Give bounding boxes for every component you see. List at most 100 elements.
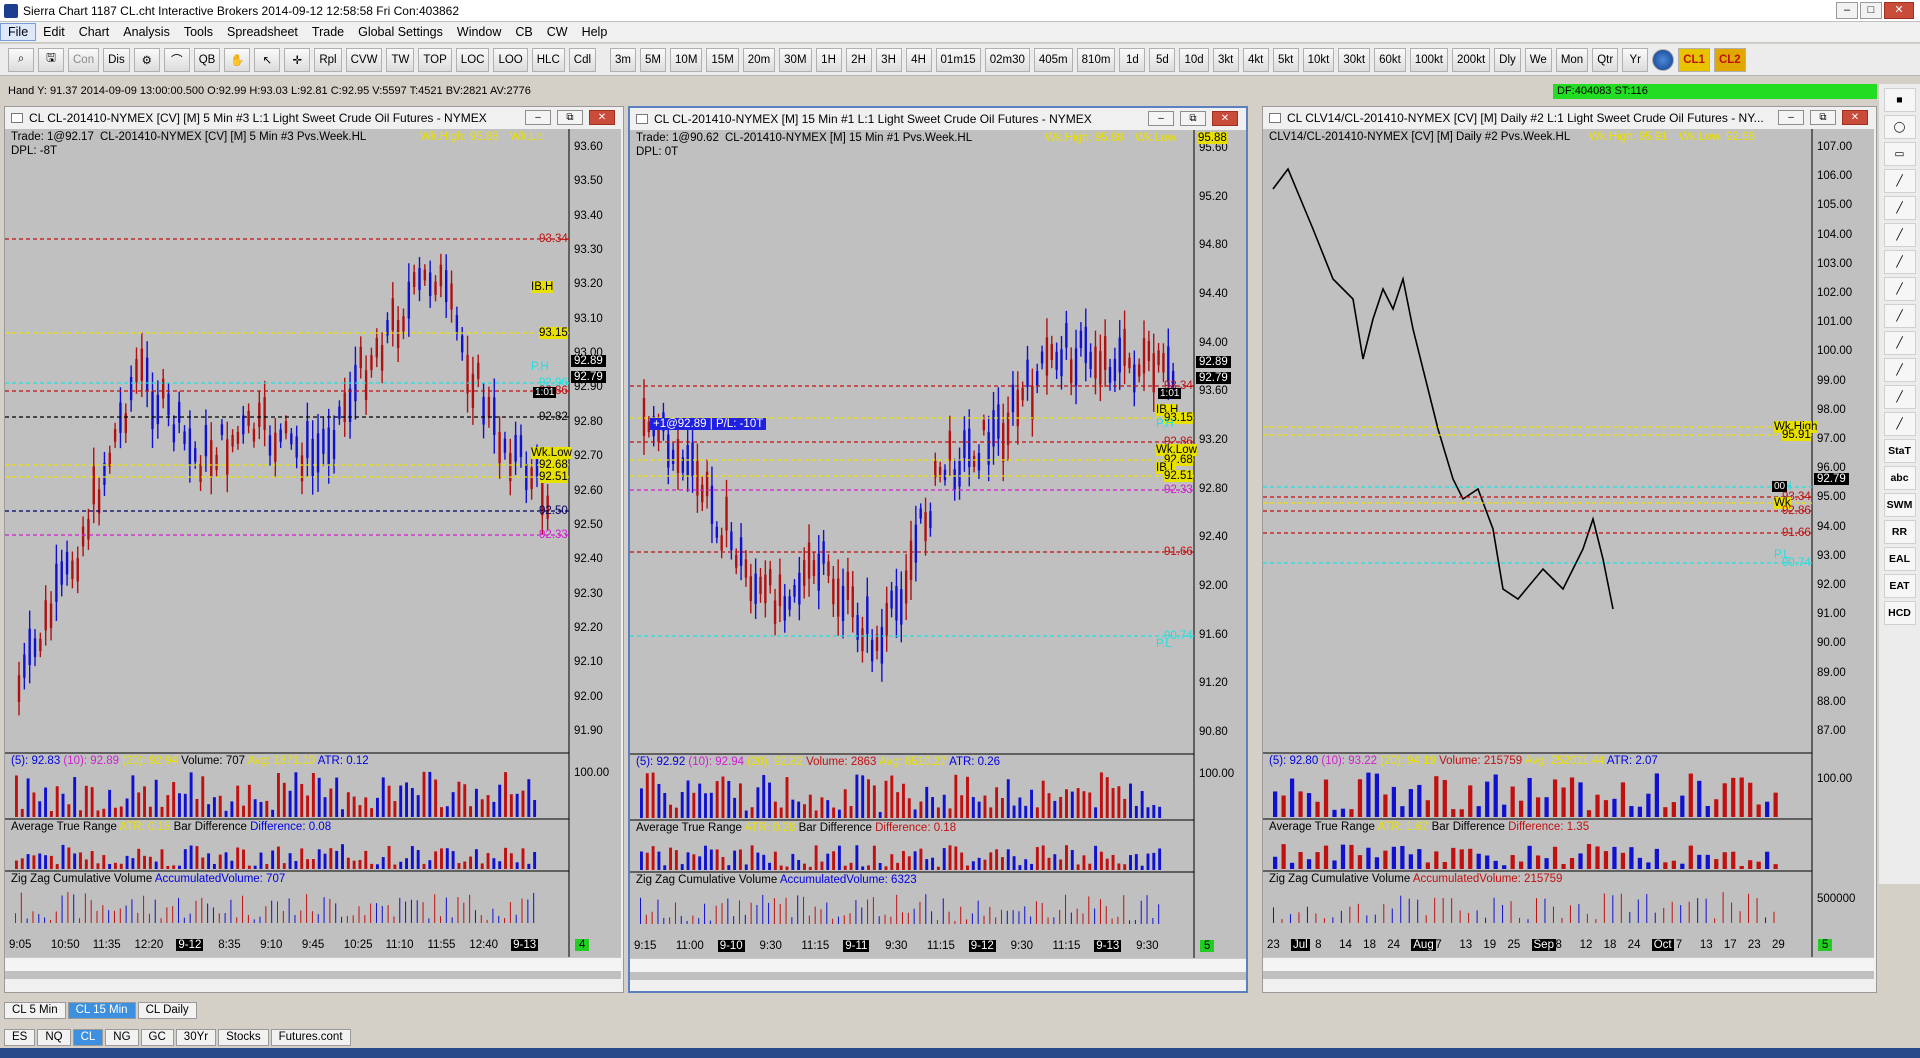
period-10d[interactable]: 10d	[1179, 47, 1209, 72]
symbol-tab-ng[interactable]: NG	[105, 1028, 139, 1046]
symbol-tab-stocks[interactable]: Stocks	[218, 1028, 269, 1046]
period-3h[interactable]: 3H	[875, 47, 902, 72]
channel-icon[interactable]: ╱	[1883, 277, 1916, 301]
chart-plot-area[interactable]: 95.60 95.20 94.80 94.40 94.00 93.60 93.20 92.80…	[630, 130, 1246, 980]
chartbook-tab[interactable]: CL 15 Min	[67, 1001, 136, 1019]
hand-icon[interactable]: ✋	[224, 47, 251, 72]
chart-cl2-button[interactable]: CL2	[1713, 47, 1746, 72]
period-01m15[interactable]: 01m15	[935, 47, 981, 72]
chart-window-titlebar[interactable]: CL CL-201410-NYMEX [M] 15 Min #1 L:1 Lig…	[630, 108, 1246, 130]
menu-cw[interactable]: CW	[540, 24, 575, 40]
rectangle-icon[interactable]: ▭	[1883, 142, 1916, 166]
period-60kt[interactable]: 60kt	[1374, 47, 1406, 72]
menu-help[interactable]: Help	[575, 24, 615, 40]
symbol-tab-30yr[interactable]: 30Yr	[175, 1028, 217, 1046]
tool-qb[interactable]: QB	[193, 47, 221, 72]
arrow-icon[interactable]: ╱	[1883, 385, 1916, 409]
tool-top[interactable]: TOP	[418, 47, 452, 72]
tool-rr[interactable]: RR	[1883, 520, 1916, 544]
chart-minimize-button[interactable]: –	[1148, 111, 1174, 126]
menu-window[interactable]: Window	[450, 24, 508, 40]
period-100kt[interactable]: 100kt	[1409, 47, 1449, 72]
period-qtr[interactable]: Qtr	[1592, 47, 1619, 72]
tool-cdl[interactable]: Cdl	[568, 47, 597, 72]
period-30m[interactable]: 30M	[779, 47, 812, 72]
tool-hcd[interactable]: HCD	[1883, 601, 1916, 625]
period-4kt[interactable]: 4kt	[1242, 47, 1269, 72]
symbol-tab-nq[interactable]: NQ	[37, 1028, 71, 1046]
tool-rpl[interactable]: Rpl	[314, 47, 342, 72]
chart-plot-area[interactable]: 93.60 93.50 93.40 93.30 93.20 93.10 93.00 92.90…	[5, 129, 621, 979]
period-4h[interactable]: 4H	[905, 47, 932, 72]
chart-window-c1[interactable]: CL CL-201410-NYMEX [CV] [M] 5 Min #3 L:1…	[4, 106, 624, 993]
chart-restore-button[interactable]: ⧉	[557, 110, 583, 125]
close-button[interactable]: ✕	[1884, 2, 1914, 19]
period-1d[interactable]: 1d	[1119, 47, 1146, 72]
tool-swm[interactable]: SWM	[1883, 493, 1916, 517]
period-mon[interactable]: Mon	[1555, 47, 1589, 72]
menu-analysis[interactable]: Analysis	[116, 24, 177, 40]
period-5d[interactable]: 5d	[1149, 47, 1176, 72]
extend-icon[interactable]: ╱	[1883, 358, 1916, 382]
tool-eal[interactable]: EAL	[1883, 547, 1916, 571]
tool-eat[interactable]: EAT	[1883, 574, 1916, 598]
menu-trade[interactable]: Trade	[305, 24, 351, 40]
globe-icon[interactable]	[1652, 48, 1675, 71]
chartbook-tab[interactable]: CL 5 Min	[4, 1001, 66, 1019]
box-icon[interactable]: ╱	[1883, 169, 1916, 193]
tool-loo[interactable]: LOO	[493, 47, 528, 72]
menu-edit[interactable]: Edit	[36, 24, 72, 40]
tool-abc[interactable]: abc	[1883, 466, 1916, 490]
chart-window-c3[interactable]: CL CLV14/CL-201410-NYMEX [CV] [M] Daily …	[1262, 106, 1877, 993]
period-2h[interactable]: 2H	[845, 47, 872, 72]
chart-restore-button[interactable]: ⧉	[1810, 110, 1836, 125]
symbol-tab-futures-cont[interactable]: Futures.cont	[270, 1028, 351, 1046]
save-icon[interactable]: 🖫	[38, 47, 64, 72]
period-20m[interactable]: 20m	[742, 47, 776, 72]
period-10kt[interactable]: 10kt	[1302, 47, 1335, 72]
menu-chart[interactable]: Chart	[72, 24, 117, 40]
magnify-icon[interactable]: ⌕	[8, 47, 34, 72]
period-30kt[interactable]: 30kt	[1338, 47, 1371, 72]
period-1h[interactable]: 1H	[815, 47, 842, 72]
chart-close-button[interactable]: ✕	[1842, 110, 1868, 125]
chart-restore-button[interactable]: ⧉	[1180, 111, 1206, 126]
menu-file[interactable]: File	[0, 23, 37, 41]
line-icon[interactable]: ╱	[1883, 223, 1916, 247]
tool-cvw[interactable]: CVW	[345, 47, 383, 72]
ellipse-icon[interactable]: ◯	[1883, 115, 1916, 139]
menu-cb[interactable]: CB	[508, 24, 539, 40]
period-02m30[interactable]: 02m30	[984, 47, 1030, 72]
horizontal-scrollbar[interactable]	[630, 958, 1246, 972]
chart-cl1-button[interactable]: CL1	[1678, 47, 1710, 72]
ray-icon[interactable]: ╱	[1883, 304, 1916, 328]
position-label[interactable]: +1@92.89 | P/L: -10T	[650, 418, 767, 430]
chart-close-button[interactable]: ✕	[1212, 111, 1238, 126]
horizontal-scrollbar[interactable]	[1263, 957, 1874, 971]
period-5m[interactable]: 5M	[640, 47, 667, 72]
symbol-tab-cl[interactable]: CL	[72, 1028, 104, 1046]
chart-settings-icon[interactable]: ⚙	[133, 47, 160, 72]
period-yr[interactable]: Yr	[1622, 47, 1649, 72]
crosshair-icon[interactable]: ✛	[284, 47, 311, 72]
chart-close-button[interactable]: ✕	[589, 110, 615, 125]
menu-tools[interactable]: Tools	[177, 24, 220, 40]
tool-loc[interactable]: LOC	[455, 47, 490, 72]
horizontal-scrollbar[interactable]	[5, 957, 621, 971]
period-810m[interactable]: 810m	[1076, 47, 1116, 72]
tool-stat[interactable]: StaT	[1883, 439, 1916, 463]
trendline-icon[interactable]: ╱	[1883, 331, 1916, 355]
symbol-tab-gc[interactable]: GC	[140, 1028, 174, 1046]
pointer-icon[interactable]: ↖	[254, 47, 281, 72]
chart-window-c2[interactable]: CL CL-201410-NYMEX [M] 15 Min #1 L:1 Lig…	[628, 106, 1248, 993]
rainbow-icon[interactable]: ⌒	[163, 47, 190, 72]
tool-con[interactable]: Con	[68, 47, 100, 72]
menu-spreadsheet[interactable]: Spreadsheet	[220, 24, 305, 40]
tool-dis[interactable]: Dis	[103, 47, 130, 72]
maximize-button[interactable]: □	[1860, 2, 1882, 19]
period-15m[interactable]: 15M	[706, 47, 739, 72]
chartbook-tab[interactable]: CL Daily	[137, 1001, 197, 1019]
minimize-button[interactable]: –	[1836, 2, 1858, 19]
symbol-tab-es[interactable]: ES	[4, 1028, 36, 1046]
period-3m[interactable]: 3m	[610, 47, 637, 72]
